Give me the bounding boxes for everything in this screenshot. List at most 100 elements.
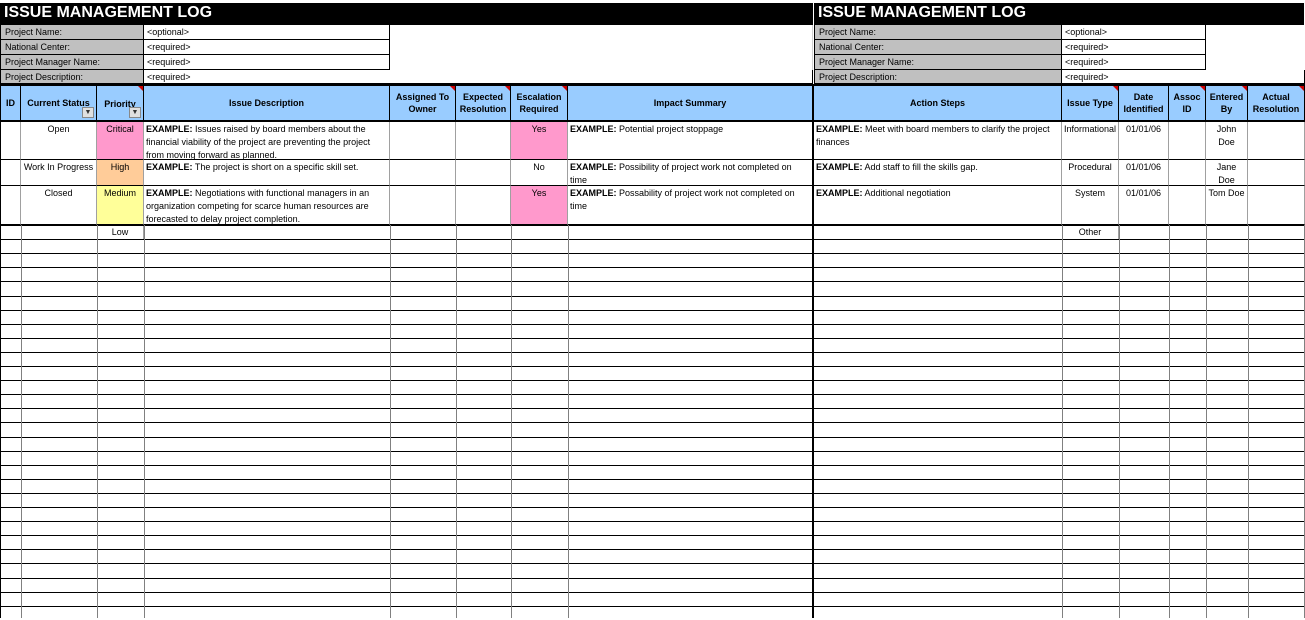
cell-assoc-id[interactable]: [1169, 160, 1206, 186]
cell-escalation[interactable]: Yes: [511, 186, 568, 225]
grid-row-line: [0, 338, 1305, 339]
cell-priority[interactable]: High: [97, 160, 144, 186]
header-priority[interactable]: Priority ▼: [97, 84, 144, 122]
header-expected-resolution[interactable]: Expected Resolution: [456, 84, 511, 122]
cell-status[interactable]: Closed: [21, 186, 97, 225]
cell-assoc-id[interactable]: [1169, 122, 1206, 160]
header-assigned-to-owner[interactable]: Assigned To Owner: [390, 84, 456, 122]
cell-issue-description[interactable]: EXAMPLE: Negotiations with functional ma…: [144, 186, 390, 225]
cell-escalation[interactable]: Yes: [511, 122, 568, 160]
header-action-steps[interactable]: Action Steps: [814, 84, 1062, 122]
grid-row-line: [0, 324, 1305, 325]
cell-action[interactable]: EXAMPLE: Additional negotiation: [814, 186, 1062, 225]
project-name-label-right: Project Name:: [814, 25, 1062, 40]
national-center-value[interactable]: <required>: [144, 40, 390, 55]
cell-assoc-id[interactable]: [1169, 186, 1206, 225]
grid-row-line: [0, 267, 1305, 268]
header-id[interactable]: ID: [0, 84, 21, 122]
cell-status[interactable]: Work In Progress: [21, 160, 97, 186]
grid-column-line: [456, 225, 457, 618]
chevron-down-icon[interactable]: ▼: [82, 107, 94, 118]
grid-row-line: [0, 281, 1305, 282]
cell-priority[interactable]: Critical: [97, 122, 144, 160]
cell-action[interactable]: EXAMPLE: Add staff to fill the skills ga…: [814, 160, 1062, 186]
project-name-label: Project Name:: [0, 25, 144, 40]
cell-assigned[interactable]: [390, 122, 456, 160]
cell-issue-type[interactable]: Informational: [1062, 122, 1119, 160]
cell-entered-by[interactable]: Jane Doe: [1206, 160, 1248, 186]
grid-row-line: [0, 422, 1305, 423]
comment-indicator-icon: [1299, 86, 1304, 91]
header-current-status-label: Current Status: [27, 98, 90, 108]
cell-assigned[interactable]: [390, 186, 456, 225]
cell-assigned[interactable]: [390, 160, 456, 186]
grid-column-line: [97, 225, 98, 618]
grid-row-line: [0, 507, 1305, 508]
header-assoc-id[interactable]: Assoc ID: [1169, 84, 1206, 122]
project-description-value-right[interactable]: <required>: [1062, 70, 1305, 84]
cell-impact[interactable]: EXAMPLE: Potential project stoppage: [568, 122, 814, 160]
grid-row-line: [0, 465, 1305, 466]
header-impact-summary[interactable]: Impact Summary: [568, 84, 814, 122]
cell-issue-description[interactable]: EXAMPLE: The project is short on a speci…: [144, 160, 390, 186]
grid-column-line: [568, 225, 569, 618]
cell-actual-resolution[interactable]: [1248, 186, 1305, 225]
header-entered-by[interactable]: Entered By: [1206, 84, 1248, 122]
cell-expected[interactable]: [456, 160, 511, 186]
cell-impact[interactable]: EXAMPLE: Possibility of project work not…: [568, 160, 814, 186]
grid-row-line: [0, 366, 1305, 367]
comment-indicator-icon: [450, 86, 455, 91]
header-date-identified[interactable]: Date Identified: [1119, 84, 1169, 122]
header-issue-description[interactable]: Issue Description: [144, 84, 390, 122]
log-title-left: ISSUE MANAGEMENT LOG: [0, 3, 813, 25]
cell-id[interactable]: [0, 186, 21, 225]
project-description-label-right: Project Description:: [814, 70, 1062, 84]
cell-entered-by[interactable]: John Doe: [1206, 122, 1248, 160]
cell-priority[interactable]: Medium: [97, 186, 144, 225]
cell-date[interactable]: 01/01/06: [1119, 186, 1169, 225]
cell-date[interactable]: 01/01/06: [1119, 160, 1169, 186]
comment-indicator-icon: [1200, 86, 1205, 91]
cell-escalation[interactable]: No: [511, 160, 568, 186]
header-issue-type-label: Issue Type: [1067, 98, 1113, 108]
grid-row-line: [0, 521, 1305, 522]
header-issue-type[interactable]: Issue Type: [1062, 84, 1119, 122]
cell-issue-type[interactable]: Procedural: [1062, 160, 1119, 186]
cell-impact[interactable]: EXAMPLE: Possability of project work not…: [568, 186, 814, 225]
cell-status[interactable]: Open: [21, 122, 97, 160]
comment-indicator-icon: [138, 86, 143, 91]
header-actual-resolution[interactable]: Actual Resolution: [1248, 84, 1305, 122]
grid-column-line: [511, 225, 512, 618]
cell-date[interactable]: 01/01/06: [1119, 122, 1169, 160]
header-current-status[interactable]: Current Status ▼: [21, 84, 97, 122]
project-manager-value-right[interactable]: <required>: [1062, 55, 1206, 70]
empty-grid[interactable]: [0, 225, 1305, 618]
example-prefix: EXAMPLE:: [816, 124, 863, 134]
national-center-value-right[interactable]: <required>: [1062, 40, 1206, 55]
cell-action[interactable]: EXAMPLE: Meet with board members to clar…: [814, 122, 1062, 160]
comment-indicator-icon: [1242, 86, 1247, 91]
project-description-value[interactable]: <required>: [144, 70, 813, 84]
project-name-value-right[interactable]: <optional>: [1062, 25, 1206, 40]
grid-column-line: [812, 225, 814, 618]
header-entered-label: Entered By: [1209, 92, 1244, 114]
chevron-down-icon[interactable]: ▼: [129, 107, 141, 118]
cell-actual-resolution[interactable]: [1248, 160, 1305, 186]
grid-column-line: [21, 225, 22, 618]
cell-expected[interactable]: [456, 186, 511, 225]
cell-issue-type[interactable]: System: [1062, 186, 1119, 225]
cell-id[interactable]: [0, 122, 21, 160]
cell-issue-description[interactable]: EXAMPLE: Issues raised by board members …: [144, 122, 390, 160]
cell-expected[interactable]: [456, 122, 511, 160]
example-prefix: EXAMPLE:: [146, 188, 193, 198]
cell-actual-resolution[interactable]: [1248, 122, 1305, 160]
cell-entered-by[interactable]: Tom Doe: [1206, 186, 1248, 225]
grid-column-line: [0, 225, 1, 618]
cell-id[interactable]: [0, 160, 21, 186]
example-prefix: EXAMPLE:: [570, 188, 617, 198]
action-text: Additional negotiation: [864, 188, 951, 198]
header-escalation-required[interactable]: Escalation Required: [511, 84, 568, 122]
header-expected-label: Expected Resolution: [459, 92, 507, 114]
project-name-value[interactable]: <optional>: [144, 25, 390, 40]
project-manager-value[interactable]: <required>: [144, 55, 390, 70]
